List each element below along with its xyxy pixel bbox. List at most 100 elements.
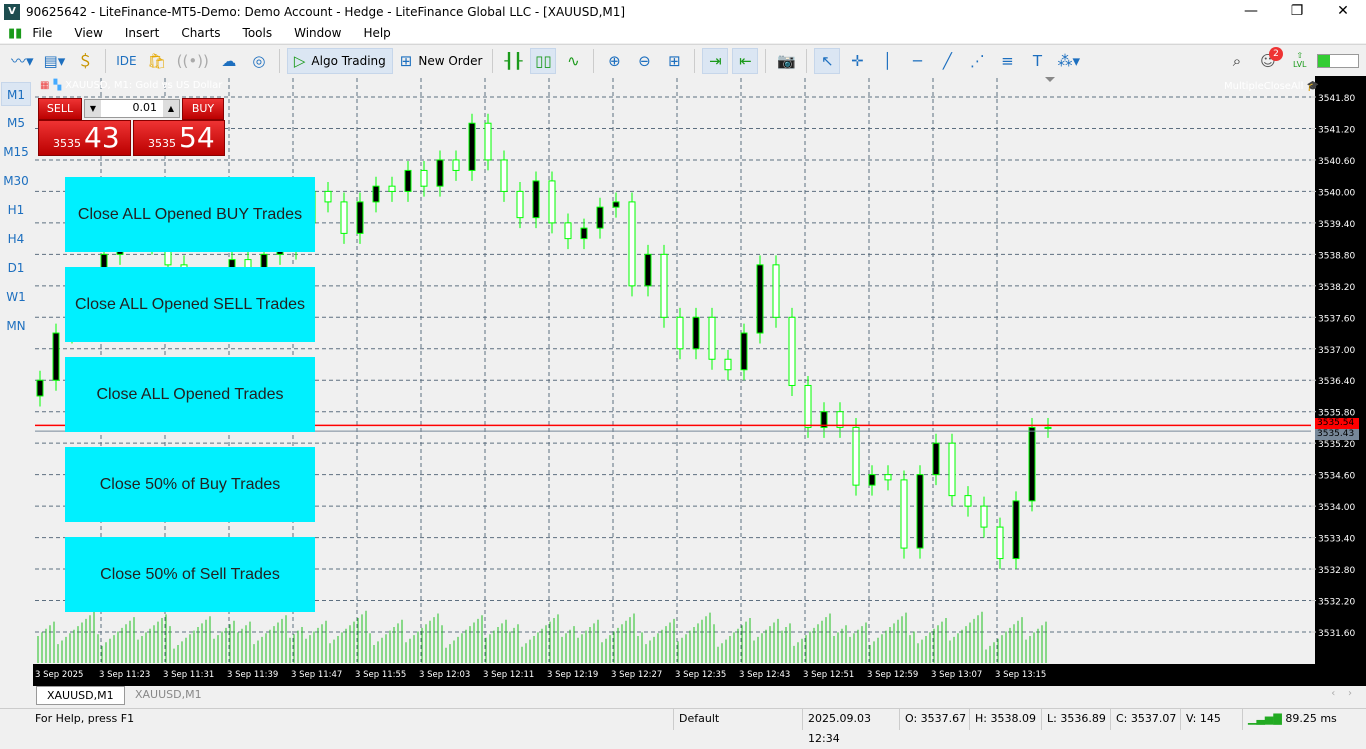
status-bar: For Help, press F1 Default 2025.09.03 12… bbox=[0, 708, 1366, 745]
candle-body bbox=[628, 201, 636, 287]
candle-body bbox=[404, 169, 412, 192]
price-tick-label: 3535.80 bbox=[1318, 409, 1355, 419]
price-tick-label: 3534.60 bbox=[1318, 472, 1355, 482]
candle-body bbox=[436, 159, 444, 187]
chart-shift-marker bbox=[1045, 77, 1055, 82]
price-tick-label: 3534.00 bbox=[1318, 503, 1355, 513]
price-tick-label: 3540.60 bbox=[1318, 157, 1355, 167]
time-tick-label: 3 Sep 11:55 bbox=[355, 670, 406, 680]
close-half-sell-button[interactable]: Close 50% of Sell Trades bbox=[65, 537, 315, 612]
one-click-trading-panel: SELL ▼ 0.01 ▲ BUY 3535 43 3535 54 bbox=[38, 98, 226, 156]
status-profile[interactable]: Default bbox=[673, 709, 799, 730]
expert-label: MultipleCloseAll 🎓 bbox=[1224, 81, 1320, 92]
buy-price-button[interactable]: 3535 54 bbox=[133, 120, 225, 156]
candle-body bbox=[740, 332, 748, 371]
time-tick-label: 3 Sep 11:31 bbox=[163, 670, 214, 680]
status-datetime: 2025.09.03 12:34 bbox=[802, 709, 899, 745]
time-tick-label: 3 Sep 12:11 bbox=[483, 670, 534, 680]
status-volume: V: 145 bbox=[1180, 709, 1242, 730]
price-tick-label: 3537.60 bbox=[1318, 314, 1355, 324]
candle-body bbox=[916, 474, 924, 549]
price-tick-label: 3531.60 bbox=[1318, 629, 1355, 639]
time-tick-label: 3 Sep 12:19 bbox=[547, 670, 598, 680]
candle-body bbox=[340, 201, 348, 234]
time-tick-label: 3 Sep 11:47 bbox=[291, 670, 342, 680]
expert-cap-icon: 🎓 bbox=[1306, 81, 1320, 92]
close-all-trades-button[interactable]: Close ALL Opened Trades bbox=[65, 357, 315, 432]
tab-xauusd-m1[interactable]: XAUUSD,M1 bbox=[125, 686, 212, 705]
chart-symbol-label: XAUUSD, M1: Gold vs US Dollar bbox=[65, 80, 223, 91]
sell-button[interactable]: SELL bbox=[38, 98, 82, 120]
candle-body bbox=[868, 474, 876, 486]
close-all-buy-button[interactable]: Close ALL Opened BUY Trades bbox=[65, 177, 315, 252]
decrease-lot-icon[interactable]: ▼ bbox=[85, 100, 101, 117]
time-tick-label: 3 Sep 2025 bbox=[35, 670, 83, 680]
price-tick-label: 3532.20 bbox=[1318, 598, 1355, 608]
sell-price-button[interactable]: 3535 43 bbox=[38, 120, 131, 156]
candle-body bbox=[356, 201, 364, 234]
candle-body bbox=[676, 316, 684, 350]
candle-body bbox=[804, 384, 812, 428]
time-tick-label: 3 Sep 12:27 bbox=[611, 670, 662, 680]
candle-body bbox=[724, 358, 732, 371]
candle-body bbox=[452, 159, 460, 171]
bid-price-label: 3535.43 bbox=[1315, 429, 1359, 441]
time-tick-label: 3 Sep 11:39 bbox=[227, 670, 278, 680]
lot-input[interactable]: 0.01 bbox=[105, 101, 158, 114]
candle-body bbox=[932, 442, 940, 476]
candle-body bbox=[36, 379, 44, 397]
status-open: O: 3537.67 bbox=[899, 709, 969, 730]
candle-body bbox=[388, 185, 396, 192]
candle-body bbox=[852, 426, 860, 486]
time-tick-label: 3 Sep 12:03 bbox=[419, 670, 470, 680]
price-tick-label: 3540.00 bbox=[1318, 188, 1355, 198]
trade-panel-icon[interactable]: ▦ bbox=[40, 80, 49, 91]
time-tick-label: 3 Sep 12:43 bbox=[739, 670, 790, 680]
ask-price-label: 3535.54 bbox=[1315, 418, 1359, 430]
price-tick-label: 3533.40 bbox=[1318, 535, 1355, 545]
price-tick-label: 3541.20 bbox=[1318, 125, 1355, 135]
candle-body bbox=[948, 442, 956, 497]
candle-body bbox=[692, 316, 700, 350]
status-close: C: 3537.07 bbox=[1110, 709, 1180, 730]
price-tick-label: 3536.40 bbox=[1318, 377, 1355, 387]
candle-body bbox=[660, 253, 668, 318]
time-tick-label: 3 Sep 11:23 bbox=[99, 670, 150, 680]
status-help: For Help, press F1 bbox=[35, 712, 135, 725]
candle-body bbox=[980, 505, 988, 528]
candle-body bbox=[1044, 426, 1052, 429]
close-all-sell-button[interactable]: Close ALL Opened SELL Trades bbox=[65, 267, 315, 342]
buy-button[interactable]: BUY bbox=[182, 98, 224, 120]
candle-body bbox=[324, 190, 332, 203]
candle-body bbox=[532, 180, 540, 219]
depth-icon[interactable]: ▚ bbox=[53, 80, 61, 91]
tab-scroll-arrows[interactable]: ‹ › bbox=[1331, 688, 1352, 699]
candle-body bbox=[468, 122, 476, 171]
time-tick-label: 3 Sep 12:35 bbox=[675, 670, 726, 680]
candle-body bbox=[484, 122, 492, 161]
chart-header: ▦ ▚ XAUUSD, M1: Gold vs US Dollar bbox=[40, 80, 222, 91]
time-tick-label: 3 Sep 12:51 bbox=[803, 670, 854, 680]
price-tick-label: 3535.20 bbox=[1318, 440, 1355, 450]
time-tick-label: 3 Sep 13:07 bbox=[931, 670, 982, 680]
increase-lot-icon[interactable]: ▲ bbox=[163, 100, 179, 117]
tab-xauusd-m1-active[interactable]: XAUUSD,M1 bbox=[36, 686, 125, 705]
price-tick-label: 3539.40 bbox=[1318, 220, 1355, 230]
candle-body bbox=[612, 201, 620, 208]
close-half-buy-button[interactable]: Close 50% of Buy Trades bbox=[65, 447, 315, 522]
status-high: H: 3538.09 bbox=[969, 709, 1041, 730]
chart-tabs: XAUUSD,M1 XAUUSD,M1 ‹ › bbox=[33, 686, 1366, 706]
candle-body bbox=[772, 264, 780, 318]
candle-body bbox=[580, 227, 588, 240]
candle-body bbox=[644, 253, 652, 287]
price-tick-label: 3538.80 bbox=[1318, 251, 1355, 261]
lot-size-stepper[interactable]: ▼ 0.01 ▲ bbox=[84, 99, 180, 118]
price-tick-label: 3537.00 bbox=[1318, 346, 1355, 356]
candle-body bbox=[788, 316, 796, 386]
time-tick-label: 3 Sep 13:15 bbox=[995, 670, 1046, 680]
connection-bars-icon: ▁▃▅▇ bbox=[1248, 712, 1282, 725]
price-tick-label: 3541.80 bbox=[1318, 94, 1355, 104]
candle-body bbox=[548, 180, 556, 224]
candle-body bbox=[52, 332, 60, 381]
candle-body bbox=[500, 159, 508, 192]
